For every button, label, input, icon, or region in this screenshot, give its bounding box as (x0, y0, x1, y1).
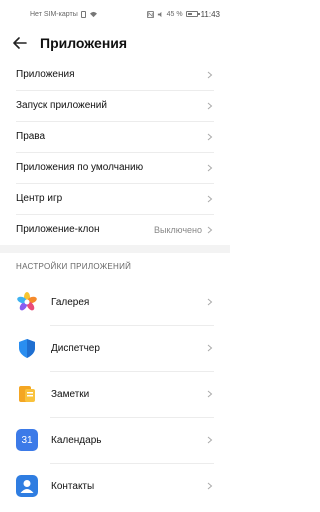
app-twin-status: Выключено (154, 224, 202, 235)
menu-item-label: Права (16, 131, 46, 142)
app-item-label: Календарь (51, 434, 102, 446)
menu-item-game-center[interactable]: Центр игр (0, 183, 230, 214)
manager-icon (16, 337, 38, 359)
app-item-notes[interactable]: Заметки (0, 371, 230, 417)
menu-item-label: Приложение-клон (16, 224, 100, 235)
mute-icon (157, 11, 161, 17)
status-bar: Нет SIM-карты 45 % 11:43 (0, 0, 230, 28)
chevron-right-icon (206, 390, 214, 398)
menu-item-label: Центр игр (16, 193, 63, 204)
chevron-right-icon (206, 344, 214, 352)
back-button[interactable] (0, 28, 40, 58)
battery-icon (185, 11, 200, 17)
app-item-label: Галерея (51, 296, 90, 308)
menu-item-label: Приложения по умолчанию (16, 162, 144, 173)
gallery-icon (16, 291, 38, 313)
app-item-label: Заметки (51, 388, 90, 400)
app-item-gallery[interactable]: Галерея (0, 279, 230, 325)
carrier-text: Нет SIM-карты (30, 10, 78, 18)
menu-item-label: Запуск приложений (16, 100, 107, 111)
app-item-manager[interactable]: Диспетчер (0, 325, 230, 371)
page-title: Приложения (40, 35, 128, 51)
menu-item-apps[interactable]: Приложения (0, 59, 230, 90)
chevron-right-icon (206, 298, 214, 306)
calendar-icon: 31 (16, 429, 38, 451)
menu-item-app-twin[interactable]: Приложение-клон Выключено (0, 214, 230, 245)
clock: 11:43 (200, 9, 220, 19)
arrow-left-icon (13, 37, 27, 49)
notes-icon (16, 383, 38, 405)
menu-item-app-launch[interactable]: Запуск приложений (0, 90, 230, 121)
chevron-right-icon (206, 195, 214, 203)
menu-item-default-apps[interactable]: Приложения по умолчанию (0, 152, 230, 183)
app-item-label: Диспетчер (51, 342, 100, 354)
app-item-label: Контакты (51, 480, 95, 492)
sim-icon (80, 10, 86, 18)
chevron-right-icon (206, 133, 214, 141)
chevron-right-icon (206, 164, 214, 172)
chevron-right-icon (206, 102, 214, 110)
chevron-right-icon (206, 436, 214, 444)
menu-item-permissions[interactable]: Права (0, 121, 230, 152)
wifi-icon (89, 11, 97, 17)
chevron-right-icon (206, 226, 214, 234)
menu-item-label: Приложения (16, 69, 75, 80)
settings-list: Приложения Запуск приложений Права Прило… (0, 59, 230, 509)
chevron-right-icon (206, 71, 214, 79)
section-header: НАСТРОЙКИ ПРИЛОЖЕНИЙ (16, 261, 132, 271)
contacts-icon (16, 475, 38, 497)
battery-percent: 45 % (166, 10, 183, 18)
chevron-right-icon (206, 482, 214, 490)
app-item-contacts[interactable]: Контакты (0, 463, 230, 509)
section-divider (0, 245, 230, 253)
nfc-icon (146, 10, 154, 18)
app-bar: Приложения (0, 28, 230, 58)
app-item-calendar[interactable]: 31 Календарь (0, 417, 230, 463)
